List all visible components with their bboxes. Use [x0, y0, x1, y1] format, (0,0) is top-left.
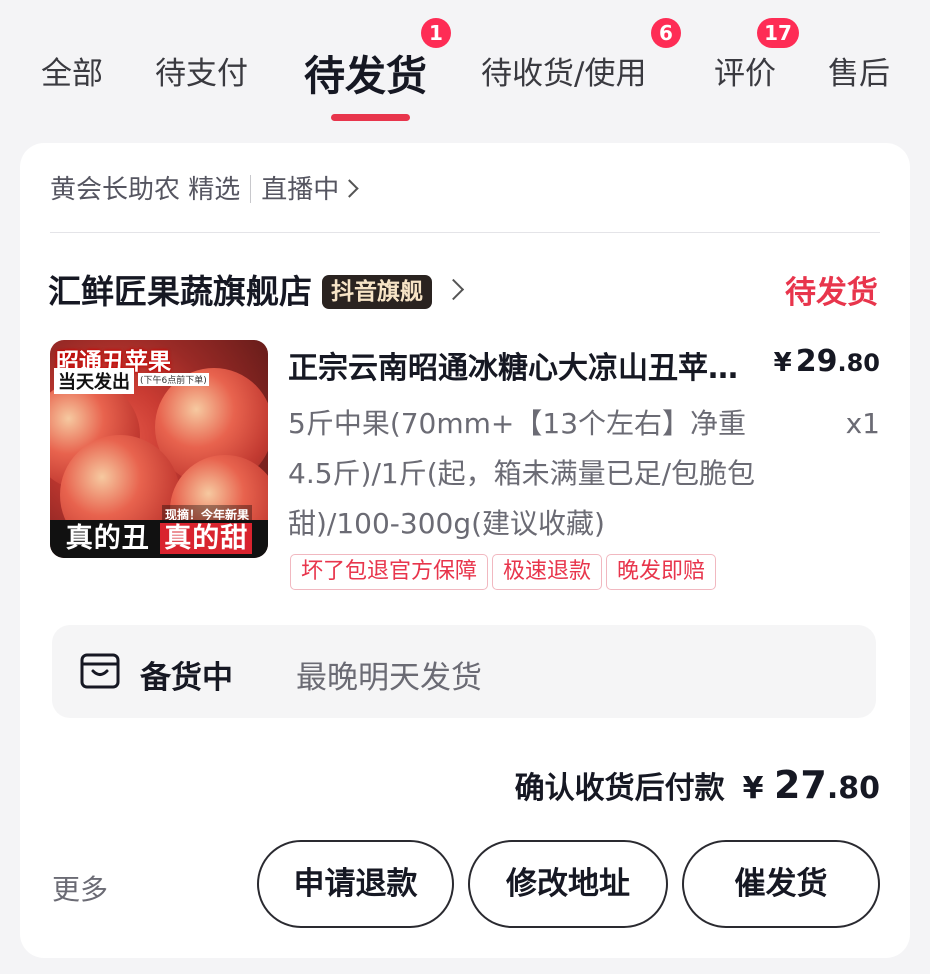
service-tag: 坏了包退官方保障	[290, 554, 489, 590]
tab-pending-receipt-badge: 6	[651, 18, 681, 48]
service-tag: 极速退款	[492, 554, 603, 590]
thumbnail-caption-bottom-b: 真的甜	[160, 523, 253, 554]
tab-all[interactable]: 全部	[41, 48, 103, 93]
tab-review-badge: 17	[757, 18, 799, 48]
order-status: 待发货	[785, 275, 878, 311]
shipping-status-box[interactable]: 备货中 最晚明天发货	[52, 625, 876, 718]
more-button[interactable]: 更多	[52, 868, 108, 908]
source-divider	[250, 175, 252, 203]
tab-pending-shipment[interactable]: 待发货	[304, 42, 427, 102]
product-spec: 5斤中果(70mm+【13个左右】净重4.5斤)/1斤(起，箱未满量已足/包脆包…	[288, 407, 756, 540]
tab-pending-payment[interactable]: 待支付	[155, 48, 248, 93]
thumbnail-caption-sub: 当天发出	[54, 368, 134, 394]
tab-pending-shipment-badge: 1	[421, 18, 451, 48]
payment-currency: ¥	[742, 771, 764, 806]
price-decimal: .80	[837, 349, 880, 377]
shop-tag-badge: 抖音旗舰	[322, 275, 432, 309]
shop-row[interactable]: 汇鲜匠果蔬旗舰店 抖音旗舰	[48, 265, 465, 313]
product-quantity: x1	[845, 407, 880, 440]
payment-label: 确认收货后付款	[514, 771, 725, 806]
product-price: ¥29.80	[774, 344, 880, 379]
order-card: 黄会长助农 精选 直播中 汇鲜匠果蔬旗舰店 抖音旗舰 待发货 昭通丑苹果 当天发出 …	[20, 143, 910, 958]
price-currency: ¥	[773, 348, 792, 378]
tab-after-sales[interactable]: 售后	[828, 48, 890, 93]
product-title[interactable]: 正宗云南昭通冰糖心大凉山丑苹果新鲜水果	[288, 343, 758, 387]
thumbnail-caption-sub2: (下午6点前下单)	[138, 373, 209, 386]
live-link[interactable]: 直播中	[261, 175, 339, 205]
shop-name: 汇鲜匠果蔬旗舰店	[48, 272, 312, 311]
package-icon	[80, 653, 120, 689]
divider	[50, 232, 880, 233]
price-integer: 29	[795, 344, 838, 379]
payment-amount-decimal: .80	[826, 771, 880, 806]
thumbnail-caption-bottom: 真的丑 真的甜	[50, 520, 268, 558]
shipping-note: 最晚明天发货	[296, 660, 482, 696]
change-address-button[interactable]: 修改地址	[468, 840, 668, 928]
thumbnail-caption-bottom-a: 真的丑	[65, 523, 150, 554]
chevron-right-icon	[442, 278, 465, 301]
chevron-right-icon	[340, 179, 359, 198]
service-tags: 坏了包退官方保障 极速退款 晚发即赔	[290, 554, 720, 590]
refund-button[interactable]: 申请退款	[257, 840, 454, 928]
service-tag: 晚发即赔	[606, 554, 717, 590]
product-thumbnail[interactable]: 昭通丑苹果 当天发出 (下午6点前下单) 现摘！今年新果 真的丑 真的甜	[50, 340, 268, 558]
payment-amount-integer: 27	[773, 763, 827, 807]
source-label: 黄会长助农 精选	[50, 175, 241, 205]
source-row[interactable]: 黄会长助农 精选 直播中	[50, 169, 359, 206]
order-tabs: 全部 待支付 待发货 1 待收货/使用 6 评价 17 售后	[0, 0, 930, 140]
urge-shipping-button[interactable]: 催发货	[682, 840, 880, 928]
shipping-status: 备货中	[140, 660, 233, 696]
payment-row: 确认收货后付款 ¥ 27.80	[515, 763, 880, 807]
active-tab-indicator	[331, 114, 410, 121]
tab-pending-receipt[interactable]: 待收货/使用	[481, 48, 646, 93]
tab-review[interactable]: 评价	[714, 48, 776, 93]
